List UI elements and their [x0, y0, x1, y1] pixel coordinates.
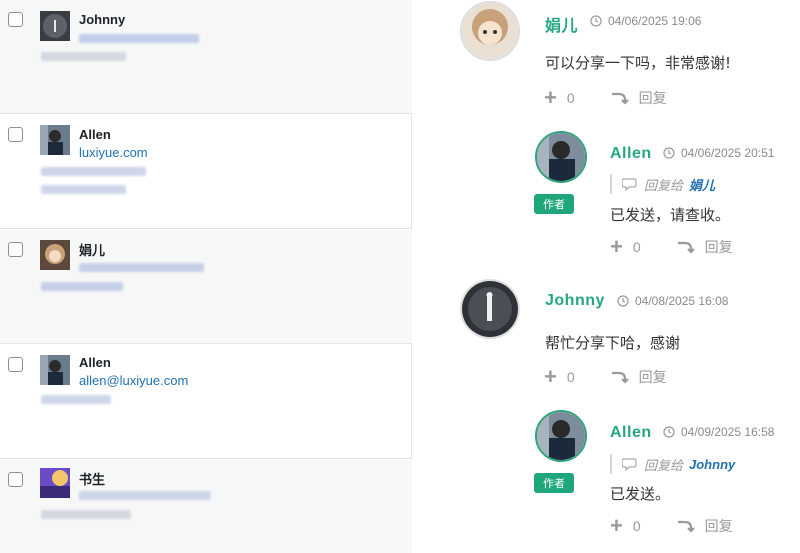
- avatar[interactable]: [460, 279, 520, 339]
- comment-list-panel: Johnny Allen luxiyue.com 娟儿 Allen allen@…: [0, 0, 412, 553]
- reply-arrow-icon[interactable]: [611, 91, 629, 105]
- reply-target[interactable]: Johnny: [689, 457, 735, 472]
- row-checkbox[interactable]: [8, 357, 23, 372]
- avatar[interactable]: [460, 1, 520, 61]
- blurred-email: [79, 491, 211, 500]
- row-author-name: Allen: [79, 355, 111, 370]
- reply-arrow-icon[interactable]: [677, 240, 695, 254]
- blurred-email: [79, 34, 199, 43]
- comment-text: 帮忙分享下哈，感谢: [545, 334, 681, 352]
- row-author-url[interactable]: allen@luxiyue.com: [79, 373, 188, 388]
- comment-timestamp: 04/09/2025 16:58: [663, 425, 774, 439]
- reply-arrow-icon[interactable]: [611, 370, 629, 384]
- reply-button[interactable]: 回复: [705, 237, 733, 257]
- blurred-ip: [41, 510, 131, 519]
- comment-time-text: 04/09/2025 16:58: [681, 425, 775, 439]
- blurred-email: [41, 167, 146, 176]
- table-row: 书生: [0, 460, 412, 553]
- like-count: 0: [632, 239, 641, 255]
- comment-time-text: 04/06/2025 20:51: [681, 146, 775, 160]
- reply-to-indicator: 回复给 娟儿: [610, 174, 715, 194]
- avatar: [40, 468, 70, 498]
- comment-bubble-icon: [622, 178, 637, 191]
- comment-author-name[interactable]: Johnny: [545, 292, 605, 310]
- comment-bubble-icon: [622, 458, 637, 471]
- avatar[interactable]: [535, 410, 587, 462]
- blurred-ip: [41, 395, 111, 404]
- author-badge: 作者: [534, 473, 574, 493]
- clock-icon: [590, 15, 602, 27]
- avatar[interactable]: [535, 131, 587, 183]
- comment-actions: + 0 回复: [544, 87, 667, 109]
- comment-timestamp: 04/06/2025 19:06: [590, 14, 701, 28]
- plus-icon[interactable]: +: [544, 366, 557, 388]
- row-checkbox[interactable]: [8, 242, 23, 257]
- comment-timestamp: 04/08/2025 16:08: [617, 294, 728, 308]
- comment-timestamp: 04/06/2025 20:51: [663, 146, 774, 160]
- comment-text: 已发送。: [610, 485, 671, 503]
- comment-text: 可以分享一下吗，非常感谢!: [545, 54, 732, 72]
- author-badge: 作者: [534, 194, 574, 214]
- avatar: [40, 240, 70, 270]
- table-row: 娟儿: [0, 230, 412, 344]
- row-author-url[interactable]: luxiyue.com: [79, 145, 148, 160]
- reply-target[interactable]: 娟儿: [689, 175, 715, 194]
- plus-icon[interactable]: +: [544, 87, 557, 109]
- reply-prefix: 回复给: [644, 177, 684, 193]
- comment-author-name[interactable]: Allen: [610, 424, 652, 442]
- row-author-name: Allen: [79, 127, 111, 142]
- table-row: Johnny: [0, 0, 412, 114]
- avatar: [40, 11, 70, 41]
- comment-time-text: 04/08/2025 16:08: [635, 294, 729, 308]
- blurred-ip: [41, 282, 123, 291]
- row-author-name: 书生: [79, 472, 106, 487]
- like-count: 0: [566, 90, 575, 106]
- row-checkbox[interactable]: [8, 127, 23, 142]
- table-row: Allen allen@luxiyue.com: [0, 345, 412, 459]
- avatar: [40, 125, 70, 155]
- reply-button[interactable]: 回复: [639, 367, 667, 387]
- reply-arrow-icon[interactable]: [677, 519, 695, 533]
- reply-button[interactable]: 回复: [705, 516, 733, 536]
- comment-actions: + 0 回复: [610, 236, 733, 258]
- comment-time-text: 04/06/2025 19:06: [608, 14, 702, 28]
- comment-actions: + 0 回复: [610, 515, 733, 537]
- comment-text: 已发送，请查收。: [610, 206, 731, 224]
- like-count: 0: [566, 369, 575, 385]
- reply-to-indicator: 回复给 Johnny: [610, 454, 735, 474]
- clock-icon: [617, 295, 629, 307]
- reply-button[interactable]: 回复: [639, 88, 667, 108]
- row-checkbox[interactable]: [8, 12, 23, 27]
- comment-author-name[interactable]: 娟儿: [545, 12, 578, 36]
- blurred-email: [79, 263, 204, 272]
- row-checkbox[interactable]: [8, 472, 23, 487]
- clock-icon: [663, 426, 675, 438]
- plus-icon[interactable]: +: [610, 515, 623, 537]
- reply-prefix: 回复给: [644, 457, 684, 473]
- row-author-name: 娟儿: [79, 243, 106, 258]
- comment-thread-panel: 娟儿 04/06/2025 19:06 可以分享一下吗，非常感谢! + 0 回复…: [413, 0, 800, 553]
- like-count: 0: [632, 518, 641, 534]
- blurred-ip: [41, 52, 126, 61]
- comment-author-name[interactable]: Allen: [610, 145, 652, 163]
- blurred-ip: [41, 185, 126, 194]
- table-row: Allen luxiyue.com: [0, 115, 412, 229]
- plus-icon[interactable]: +: [610, 236, 623, 258]
- clock-icon: [663, 147, 675, 159]
- comment-actions: + 0 回复: [544, 366, 667, 388]
- row-author-name: Johnny: [79, 12, 126, 27]
- avatar: [40, 355, 70, 385]
